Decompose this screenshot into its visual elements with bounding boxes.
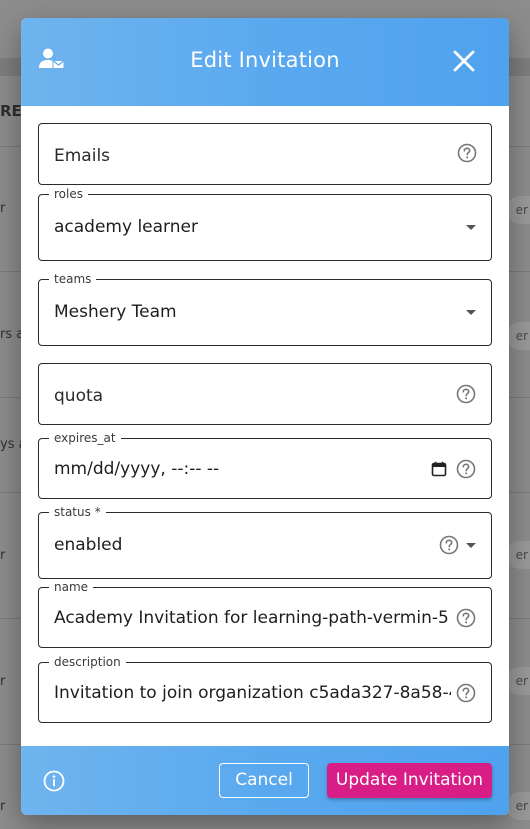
- description-label: description: [49, 655, 126, 669]
- background-cell-text: r: [0, 201, 6, 216]
- calendar-icon[interactable]: [431, 461, 447, 477]
- dialog-title: Edit Invitation: [190, 48, 340, 72]
- description-field[interactable]: description Invitation to join organizat…: [38, 655, 492, 723]
- emails-field[interactable]: Emails: [38, 123, 492, 185]
- status-select[interactable]: status * enabled: [38, 505, 492, 579]
- roles-label: roles: [49, 187, 88, 201]
- help-circle-icon[interactable]: [456, 608, 476, 628]
- roles-select[interactable]: roles academy learner: [38, 187, 492, 261]
- name-field[interactable]: name Academy Invitation for learning-pat…: [38, 580, 492, 648]
- name-value: Academy Invitation for learning-path-ver…: [54, 608, 449, 628]
- expires-at-label: expires_at: [49, 431, 121, 445]
- background-role-pill: er: [506, 667, 530, 695]
- background-cell-text: r: [0, 674, 6, 689]
- help-circle-icon[interactable]: [456, 683, 476, 703]
- background-cell-text: r: [0, 799, 6, 814]
- background-role-pill: er: [506, 792, 530, 820]
- roles-value: academy learner: [54, 217, 198, 237]
- close-icon[interactable]: [453, 50, 475, 72]
- status-value: enabled: [54, 535, 123, 555]
- chevron-down-icon[interactable]: [466, 543, 476, 548]
- description-value: Invitation to join organization c5ada327…: [54, 683, 451, 703]
- background-role-pill: er: [506, 322, 530, 350]
- teams-label: teams: [49, 272, 97, 286]
- help-circle-icon[interactable]: [457, 143, 477, 163]
- update-invitation-button[interactable]: Update Invitation: [327, 763, 492, 798]
- help-circle-icon[interactable]: [456, 384, 476, 404]
- name-label: name: [49, 580, 94, 594]
- status-label: status *: [49, 505, 106, 519]
- teams-value: Meshery Team: [54, 302, 177, 322]
- dialog-footer: Cancel Update Invitation: [21, 746, 509, 815]
- quota-field[interactable]: quota: [38, 363, 492, 425]
- info-icon[interactable]: [43, 770, 65, 792]
- emails-placeholder: Emails: [54, 146, 111, 166]
- expires-at-value: mm/dd/yyyy, --:-- --: [54, 459, 220, 479]
- background-role-pill: er: [506, 196, 530, 224]
- help-circle-icon[interactable]: [439, 535, 459, 555]
- help-circle-icon[interactable]: [456, 459, 476, 479]
- cancel-button[interactable]: Cancel: [219, 763, 309, 798]
- chevron-down-icon[interactable]: [466, 225, 476, 230]
- background-cell-text: r: [0, 548, 6, 563]
- dialog-header: Edit Invitation: [21, 18, 509, 106]
- edit-invitation-dialog: Edit Invitation Emails roles academy lea…: [21, 18, 509, 815]
- quota-placeholder: quota: [54, 386, 104, 406]
- expires-at-field[interactable]: expires_at mm/dd/yyyy, --:-- --: [38, 431, 492, 499]
- chevron-down-icon[interactable]: [466, 310, 476, 315]
- teams-select[interactable]: teams Meshery Team: [38, 272, 492, 346]
- background-role-pill: er: [506, 541, 530, 569]
